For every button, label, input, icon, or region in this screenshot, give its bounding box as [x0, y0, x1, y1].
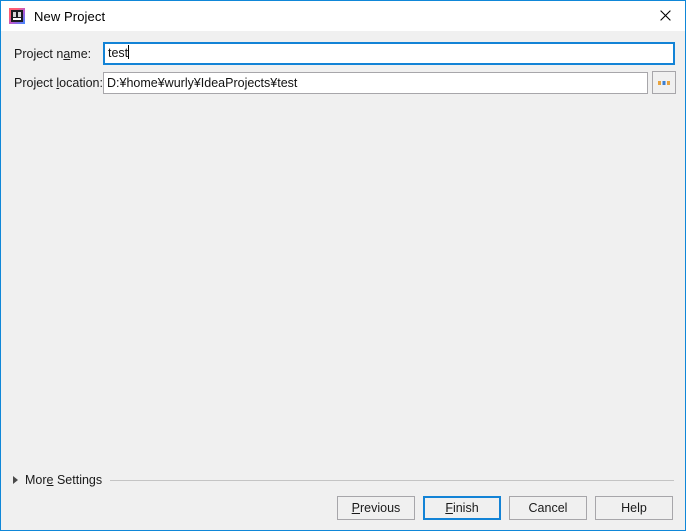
new-project-dialog: New Project Project name: test Project l…: [0, 0, 686, 531]
section-divider: [110, 479, 674, 481]
project-location-label: Project location:: [14, 75, 103, 90]
project-location-row: Project location: D:¥home¥wurly¥IdeaProj…: [14, 71, 676, 94]
help-button[interactable]: Help: [595, 496, 673, 520]
project-location-value: D:¥home¥wurly¥IdeaProjects¥test: [107, 75, 298, 90]
project-name-label: Project name:: [14, 46, 92, 61]
project-name-input[interactable]: test: [103, 42, 675, 65]
chevron-right-icon[interactable]: [13, 476, 18, 484]
cancel-button[interactable]: Cancel: [509, 496, 587, 520]
project-name-value: test: [108, 46, 129, 60]
finish-button[interactable]: Finish: [423, 496, 501, 520]
project-name-row: Project name: test: [14, 42, 675, 65]
browse-button[interactable]: [652, 71, 676, 94]
close-button[interactable]: [645, 1, 685, 30]
text-caret: [128, 45, 130, 59]
dialog-footer: Previous Finish Cancel Help: [337, 496, 673, 520]
previous-button[interactable]: Previous: [337, 496, 415, 520]
title-bar: New Project: [1, 1, 685, 31]
more-settings-section: More Settings: [13, 473, 674, 487]
project-location-input[interactable]: D:¥home¥wurly¥IdeaProjects¥test: [103, 71, 648, 94]
browse-ellipsis-icon: [658, 80, 670, 85]
intellij-idea-icon: [9, 8, 25, 24]
dialog-content: Project name: test Project location: D:¥…: [1, 31, 685, 530]
more-settings-label[interactable]: More Settings: [25, 473, 102, 487]
close-icon: [659, 10, 671, 21]
window-title: New Project: [34, 8, 106, 24]
